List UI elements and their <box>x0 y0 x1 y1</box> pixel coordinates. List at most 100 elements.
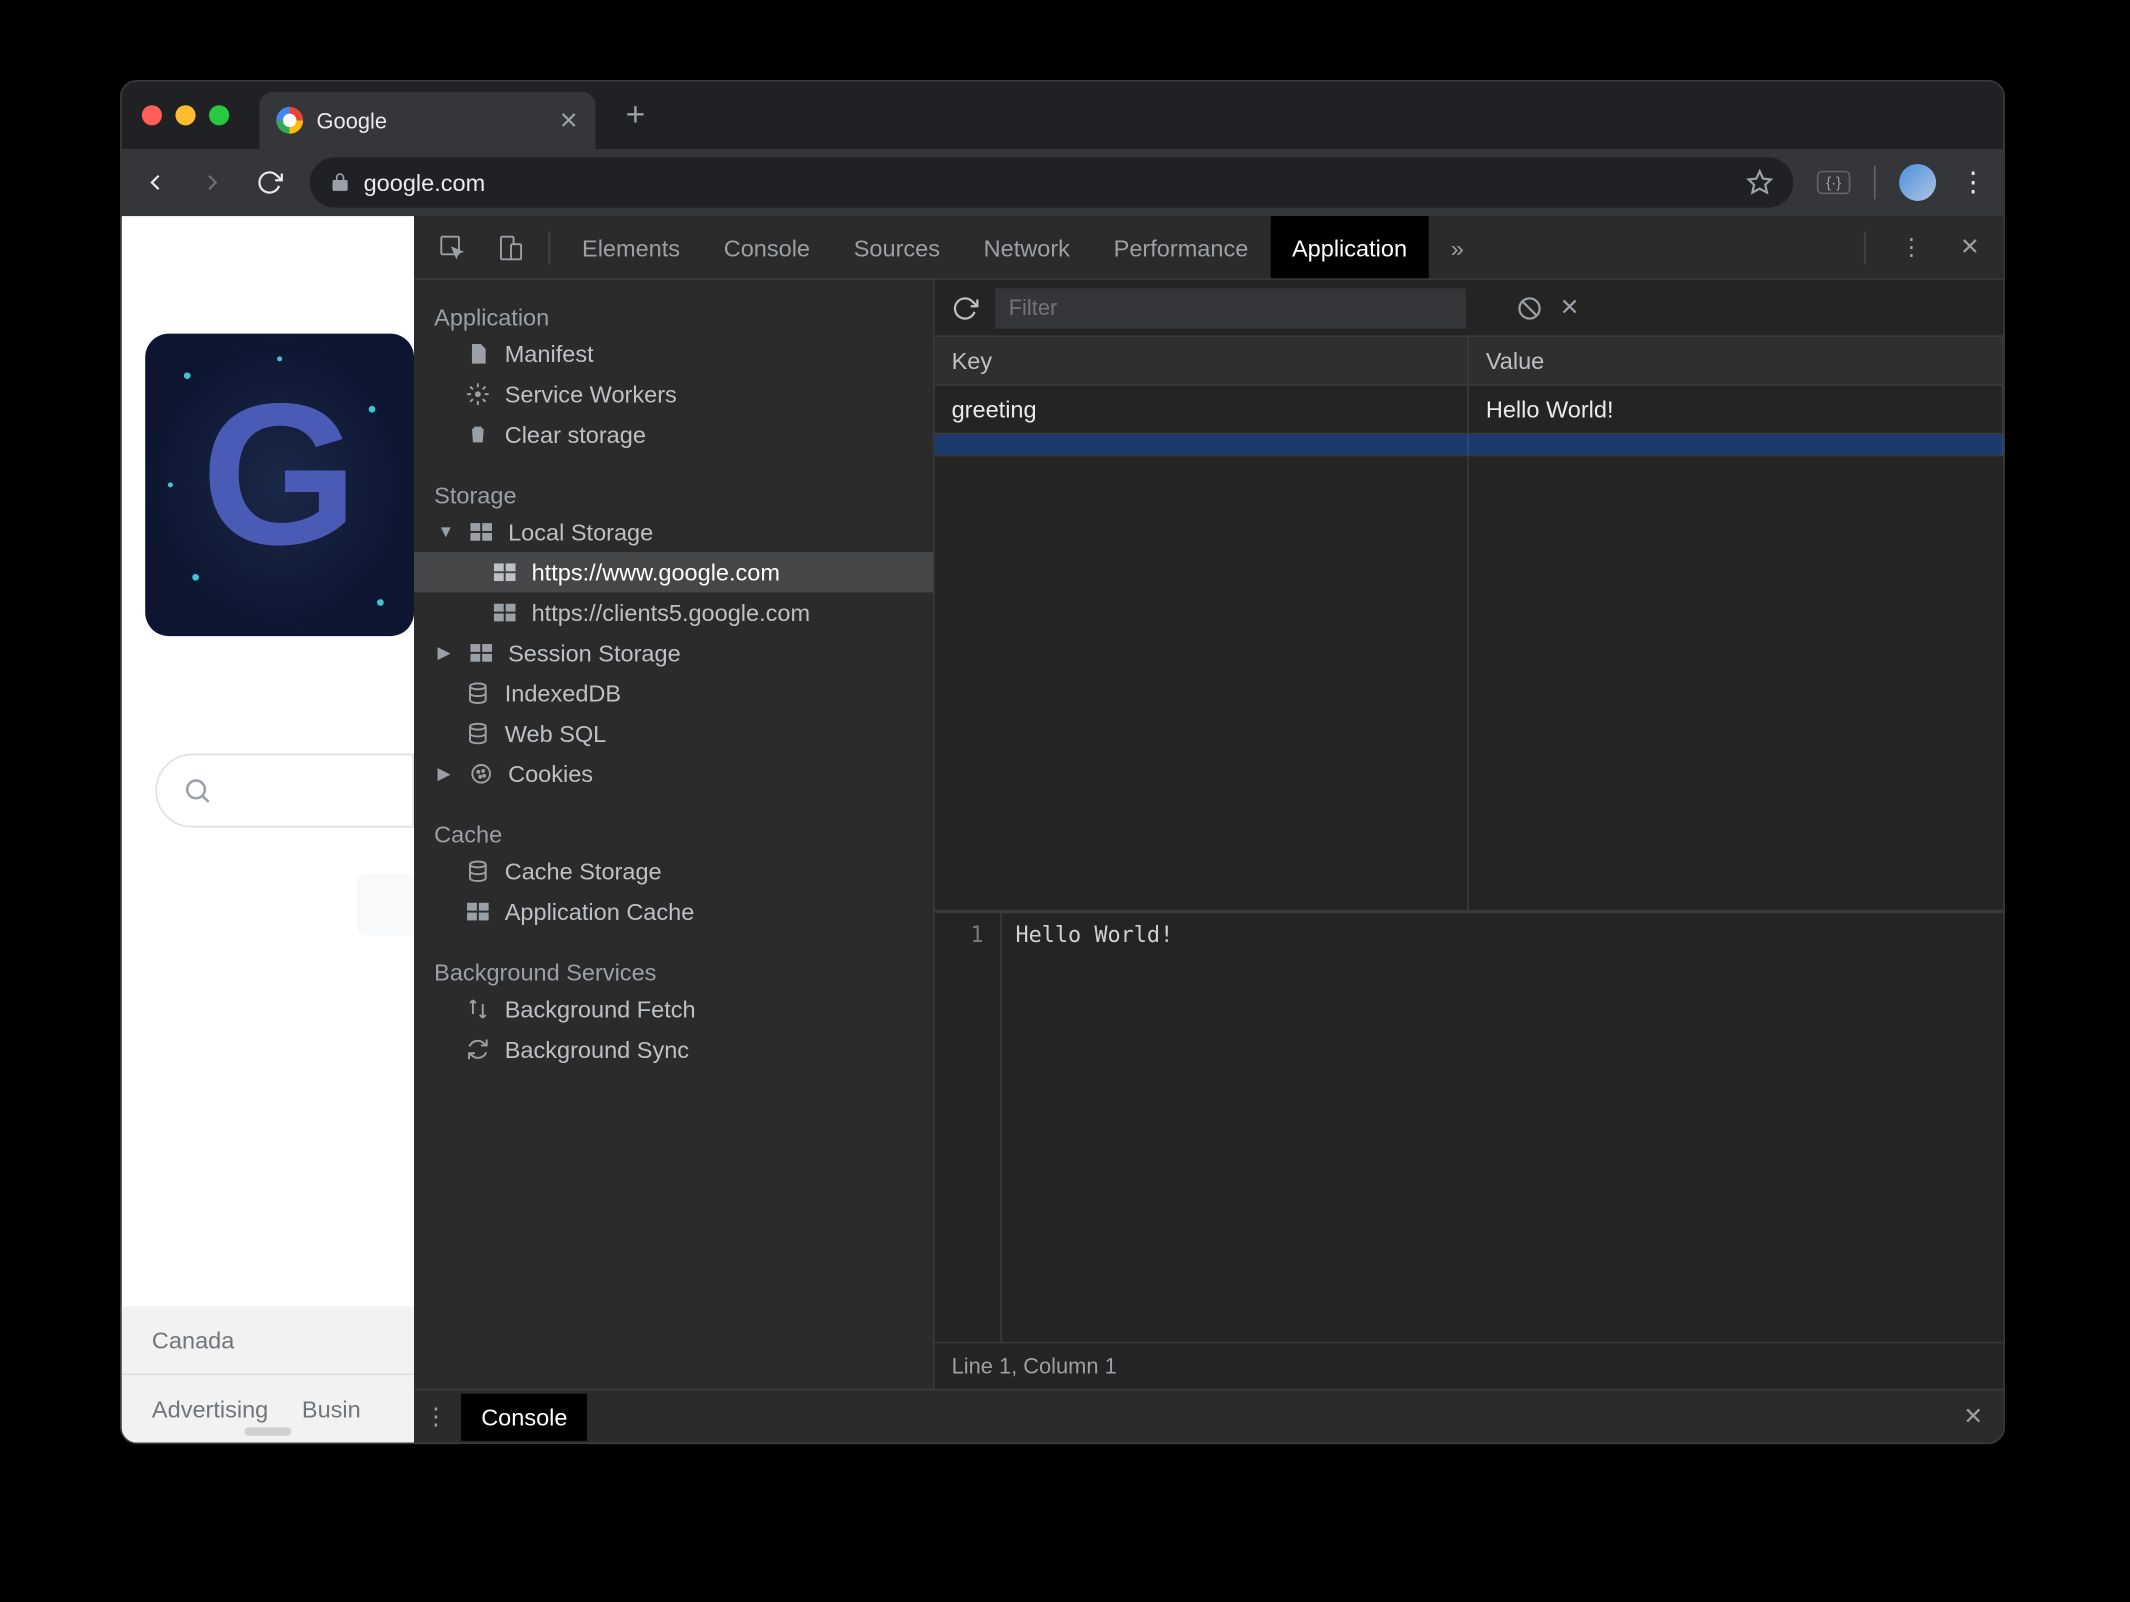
tab-performance[interactable]: Performance <box>1092 216 1270 278</box>
reload-button[interactable] <box>253 169 287 196</box>
svg-text:G: G <box>201 361 358 587</box>
transfer-icon <box>464 996 491 1023</box>
resize-handle[interactable] <box>244 1427 291 1435</box>
group-application: Application <box>414 293 933 333</box>
status-bar: Line 1, Column 1 <box>935 1342 2003 1389</box>
cursor-position: Line 1, Column 1 <box>952 1353 1117 1378</box>
column-value[interactable]: Value <box>1469 337 2003 384</box>
tab-network[interactable]: Network <box>962 216 1092 278</box>
grid-icon <box>491 559 518 586</box>
grid-icon <box>464 898 491 925</box>
preview-text: Hello World! <box>1002 913 2003 1341</box>
close-window-button[interactable] <box>142 105 162 125</box>
chevron-down-icon: ▼ <box>438 523 455 541</box>
content-area: G Canada Advertising Busin <box>122 216 2004 1442</box>
window-controls <box>142 105 229 125</box>
storage-toolbar: ✕ <box>935 280 2003 337</box>
browser-toolbar: google.com {·} ⋮ <box>122 149 2004 216</box>
document-icon <box>464 340 491 367</box>
group-cache: Cache <box>414 811 933 851</box>
footer-link-business[interactable]: Busin <box>302 1395 361 1422</box>
application-sidebar: Application Manifest Service Workers Cle… <box>414 280 935 1389</box>
tab-sources[interactable]: Sources <box>832 216 962 278</box>
drawer-menu-icon[interactable]: ⋮ <box>424 1402 448 1431</box>
trash-icon <box>464 421 491 448</box>
browser-menu-button[interactable]: ⋮ <box>1960 166 1987 200</box>
group-storage: Storage <box>414 471 933 511</box>
google-search-button[interactable] <box>357 875 414 935</box>
table-row[interactable]: greeting Hello World! <box>935 386 2003 435</box>
back-button[interactable] <box>138 169 172 196</box>
bookmark-star-icon[interactable] <box>1746 169 1773 196</box>
minimize-window-button[interactable] <box>175 105 195 125</box>
sidebar-item-background-sync[interactable]: Background Sync <box>414 1029 933 1069</box>
inspect-element-icon[interactable] <box>424 232 481 262</box>
cookie-icon <box>468 760 495 787</box>
cell-value: Hello World! <box>1469 386 2003 433</box>
maximize-window-button[interactable] <box>209 105 229 125</box>
sidebar-item-session-storage[interactable]: ▶ Session Storage <box>414 633 933 673</box>
devtools-drawer: ⋮ Console ✕ <box>414 1389 2003 1443</box>
gear-icon <box>464 381 491 408</box>
sidebar-item-clear-storage[interactable]: Clear storage <box>414 414 933 454</box>
devtools: Elements Console Sources Network Perform… <box>414 216 2003 1442</box>
refresh-icon[interactable] <box>952 294 979 321</box>
drawer-tab-console[interactable]: Console <box>461 1393 588 1440</box>
google-favicon-icon <box>276 107 303 134</box>
column-key[interactable]: Key <box>935 337 1469 384</box>
browser-tab[interactable]: Google ✕ <box>259 92 595 149</box>
footer-link-advertising[interactable]: Advertising <box>152 1395 268 1422</box>
tab-elements[interactable]: Elements <box>560 216 702 278</box>
storage-table: Key Value greeting Hello World! <box>935 337 2003 912</box>
delete-selected-icon[interactable]: ✕ <box>1560 293 1580 322</box>
table-row-empty-selected[interactable] <box>935 434 2003 456</box>
clear-all-icon[interactable] <box>1516 294 1543 321</box>
profile-avatar[interactable] <box>1899 164 1936 201</box>
sidebar-item-indexeddb[interactable]: IndexedDB <box>414 673 933 713</box>
devtools-menu-button[interactable]: ⋮ <box>1886 233 1936 262</box>
sidebar-item-manifest[interactable]: Manifest <box>414 334 933 374</box>
search-icon <box>182 776 212 806</box>
sidebar-item-cookies[interactable]: ▶ Cookies <box>414 754 933 794</box>
tab-console[interactable]: Console <box>702 216 832 278</box>
database-icon <box>464 720 491 747</box>
sidebar-item-cache-storage[interactable]: Cache Storage <box>414 851 933 891</box>
group-background-services: Background Services <box>414 949 933 989</box>
chevron-right-icon: ▶ <box>438 644 455 662</box>
sidebar-item-background-fetch[interactable]: Background Fetch <box>414 989 933 1029</box>
storage-pane: ✕ Key Value greeting Hello World! <box>935 280 2003 1389</box>
database-icon <box>464 680 491 707</box>
browser-window: Google ✕ + google.com {·} ⋮ <box>120 80 2005 1444</box>
sidebar-origin-clients5[interactable]: https://clients5.google.com <box>414 592 933 632</box>
line-number: 1 <box>935 913 1002 1341</box>
sidebar-item-local-storage[interactable]: ▼ Local Storage <box>414 512 933 552</box>
google-search-input[interactable] <box>155 754 414 828</box>
filter-input[interactable] <box>995 287 1465 327</box>
grid-icon <box>491 599 518 626</box>
device-toolbar-icon[interactable] <box>481 232 538 262</box>
sidebar-item-application-cache[interactable]: Application Cache <box>414 891 933 931</box>
tab-title: Google <box>317 108 387 133</box>
devtools-close-button[interactable]: ✕ <box>1947 233 1994 262</box>
value-preview: 1 Hello World! <box>935 912 2003 1342</box>
tab-application[interactable]: Application <box>1270 216 1429 278</box>
forward-button[interactable] <box>196 169 230 196</box>
google-doodle[interactable]: G <box>128 317 414 653</box>
webpage: G Canada Advertising Busin <box>122 216 414 1442</box>
extension-icon[interactable]: {·} <box>1817 171 1851 195</box>
titlebar: Google ✕ + <box>122 82 2004 149</box>
sidebar-item-websql[interactable]: Web SQL <box>414 713 933 753</box>
sidebar-item-service-workers[interactable]: Service Workers <box>414 374 933 414</box>
table-empty-area[interactable] <box>935 456 2003 910</box>
sidebar-origin-google[interactable]: https://www.google.com <box>414 552 933 592</box>
grid-icon <box>468 518 495 545</box>
new-tab-button[interactable]: + <box>626 96 646 135</box>
close-tab-icon[interactable]: ✕ <box>559 106 579 135</box>
more-tabs-button[interactable]: » <box>1429 216 1486 278</box>
url-text: google.com <box>364 169 486 196</box>
sync-icon <box>464 1036 491 1063</box>
address-bar[interactable]: google.com <box>310 157 1793 207</box>
footer-country: Canada <box>122 1306 414 1375</box>
drawer-close-icon[interactable]: ✕ <box>1953 1402 1993 1431</box>
page-footer: Canada Advertising Busin <box>122 1306 414 1442</box>
